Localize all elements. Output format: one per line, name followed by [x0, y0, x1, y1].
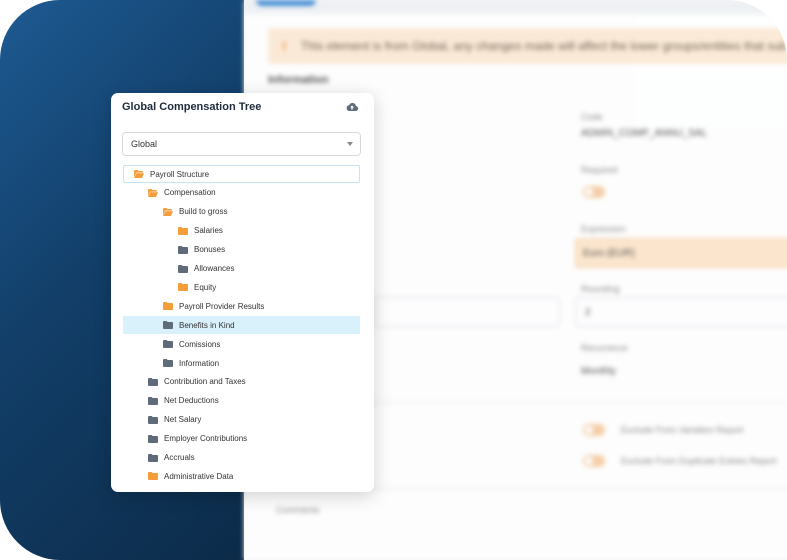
code-label: Code	[581, 112, 603, 122]
tree-item-label: Build to gross	[179, 207, 228, 217]
tree-item-label: Contribution and Taxes	[164, 377, 246, 387]
tree-item[interactable]: Benefits in Kind	[123, 316, 360, 335]
chevron-down-icon	[347, 142, 353, 146]
cloud-upload-icon[interactable]	[345, 100, 359, 114]
folder-icon	[178, 245, 188, 254]
active-tab	[256, 0, 316, 6]
global-element-alert: ! This element is from Global, any chang…	[268, 28, 787, 64]
tree-item-label: Net Salary	[164, 415, 202, 425]
folder-icon	[163, 321, 173, 330]
folder-icon	[148, 396, 158, 405]
tab-strip	[244, 0, 787, 14]
tree-item-label: Salaries	[194, 226, 223, 236]
recurrence-label: Recurrence	[581, 343, 628, 353]
folder-icon	[148, 434, 158, 443]
exclude-variation-label: Exclude From Variation Report	[621, 425, 744, 435]
folder-icon	[148, 377, 158, 386]
required-toggle	[583, 186, 605, 198]
rounding-field	[575, 297, 787, 327]
tree-item-label: Allowances	[194, 264, 235, 273]
tree-item-label: Comissions	[179, 339, 221, 349]
tree-item[interactable]: Contribution and Taxes	[123, 373, 360, 391]
tree-scope-value: Global	[131, 139, 158, 149]
exclude-duplicate-label: Exclude From Duplicate Entries Report	[621, 456, 777, 466]
left-input-field	[374, 297, 560, 327]
folder-icon	[148, 453, 158, 462]
tree-item-label: Employer Contributions	[164, 434, 248, 444]
folder-icon	[163, 340, 173, 349]
tree-item[interactable]: Compensation	[123, 184, 360, 202]
tree-item-label: Payroll Provider Results	[179, 301, 265, 311]
tree-item[interactable]: Equity	[123, 278, 360, 296]
tree-item[interactable]: Salaries	[123, 222, 360, 240]
folder-icon	[148, 415, 158, 424]
tree-item[interactable]: Net Deductions	[123, 392, 360, 410]
code-value: ADMIN_COMP_ANNU_SAL	[581, 128, 708, 139]
recurrence-value: Monthly	[581, 366, 617, 377]
folder-open-icon	[148, 188, 158, 197]
tree-item-label: Compensation	[164, 188, 216, 198]
tree-scope-select[interactable]: Global	[122, 132, 361, 156]
variation-toggle	[583, 424, 605, 436]
folder-icon	[163, 302, 173, 311]
compensation-tree-panel: Global Compensation Tree Global Payroll …	[111, 93, 374, 492]
tree-item-label: Equity	[194, 282, 217, 292]
folder-icon	[178, 283, 188, 292]
tree-item-label: Bonuses	[194, 245, 226, 255]
tree-item[interactable]: Employer Contributions	[123, 430, 360, 448]
section-title: Information	[268, 74, 329, 86]
tree-item[interactable]: Administrative Data	[123, 467, 360, 485]
comments-label: Comments	[276, 505, 320, 515]
tree-item[interactable]: Payroll Structure	[123, 165, 360, 183]
tree-item[interactable]: Bonuses	[123, 241, 360, 259]
tree-item[interactable]: Build to gross	[123, 203, 360, 221]
required-label: Required	[581, 165, 618, 175]
tree-item[interactable]: Accruals	[123, 449, 360, 467]
tree-title: Global Compensation Tree	[122, 101, 262, 113]
folder-open-icon	[163, 207, 173, 216]
folder-icon	[178, 226, 188, 235]
rounding-label: Rounding	[581, 284, 620, 294]
warning-icon: !	[282, 38, 287, 54]
tree-item[interactable]: Payroll Provider Results	[123, 297, 360, 315]
expression-value: Euro (EUR)	[583, 248, 635, 259]
tree-item[interactable]: Net Salary	[123, 411, 360, 429]
rounding-value: 2	[585, 307, 591, 318]
tree-item[interactable]: Comissions	[123, 335, 360, 353]
tree-item-label: Benefits in Kind	[179, 320, 235, 330]
alert-text: This element is from Global, any changes…	[300, 39, 787, 53]
folder-icon	[163, 359, 173, 367]
folder-icon	[178, 264, 188, 273]
tree-item-label: Information	[179, 358, 220, 368]
tree-item[interactable]: Allowances	[123, 260, 360, 278]
folder-open-icon	[134, 170, 144, 178]
expression-label: Expression	[581, 224, 626, 234]
duplicate-toggle	[583, 455, 605, 467]
tree-item-label: Accruals	[164, 453, 195, 462]
folder-icon	[148, 472, 158, 481]
tree-item[interactable]: Information	[123, 354, 360, 372]
tree-item-label: Net Deductions	[164, 396, 219, 406]
tree-item-label: Administrative Data	[164, 471, 234, 481]
tree-item-label: Payroll Structure	[150, 169, 210, 179]
